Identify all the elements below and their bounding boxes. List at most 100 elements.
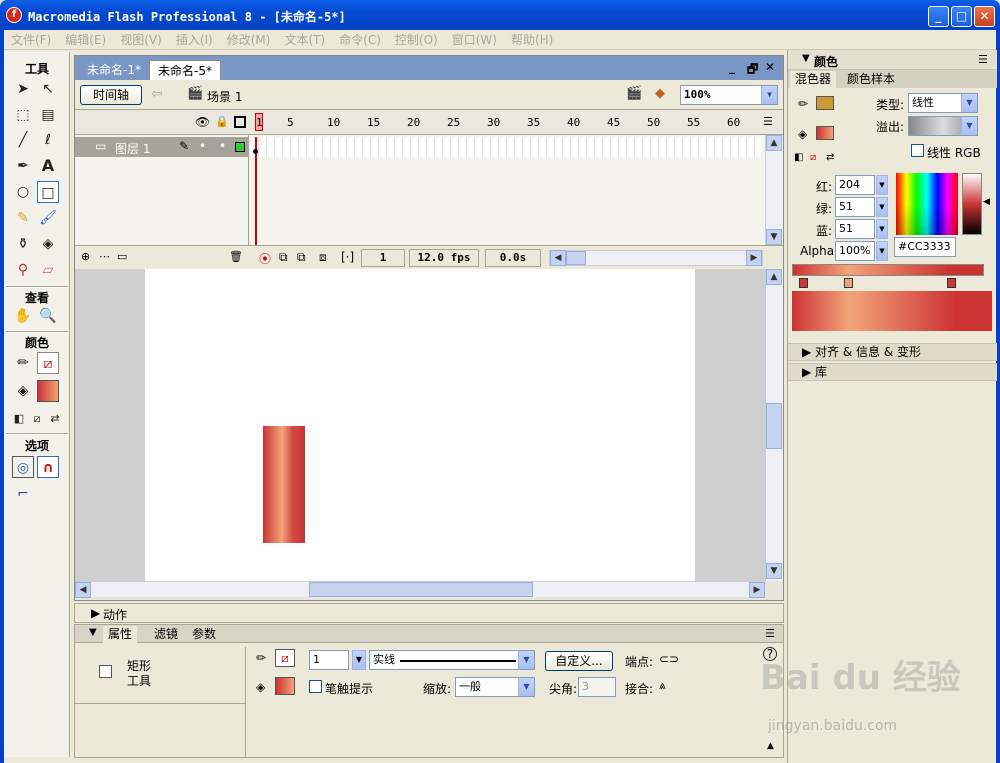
timeline-menu-icon[interactable]: ☰ (763, 115, 773, 128)
timeline-vscroll[interactable]: ▲ ▼ (765, 135, 783, 245)
library-panel[interactable]: ▶ 库 (788, 363, 997, 381)
fill-type-select[interactable]: 线性 ▼ (908, 93, 978, 113)
alpha-dropdown-icon[interactable]: ▼ (876, 241, 888, 261)
ink-bottle-icon[interactable]: ⚱ (12, 233, 34, 255)
hand-tool-icon[interactable]: ✋ (12, 305, 34, 327)
menu-help[interactable]: 帮助(H) (504, 30, 560, 50)
center-frame-icon[interactable]: ⦿ (259, 250, 271, 267)
brightness-marker-icon[interactable]: ◀ (983, 197, 990, 207)
fill-color-swatch[interactable] (275, 677, 295, 695)
paint-bucket-icon[interactable]: ◈ (37, 233, 59, 255)
join-style-icon[interactable]: ⩓ (659, 678, 666, 693)
menu-file[interactable]: 文件(F) (4, 30, 58, 50)
brightness-slider[interactable] (962, 173, 982, 235)
swap-colors-icon[interactable]: ⇄ (826, 152, 834, 163)
minimize-button[interactable]: _ (928, 6, 949, 27)
red-dropdown-icon[interactable]: ▼ (876, 175, 888, 195)
visible-dot[interactable]: • (199, 139, 206, 153)
add-folder-icon[interactable]: ▭ (117, 250, 127, 263)
modify-markers-icon[interactable]: [·] (341, 250, 354, 264)
collapse-arrow-icon[interactable]: ▼ (89, 627, 97, 638)
layer-row[interactable]: ▭ 图层 1 ✎ • • (75, 137, 249, 157)
black-white-icon[interactable]: ◧ (794, 152, 803, 163)
scroll-right-icon[interactable]: ▶ (749, 582, 765, 598)
stroke-color-swatch[interactable]: ⧄ (275, 649, 295, 667)
scroll-thumb[interactable] (766, 403, 782, 449)
panel-menu-icon[interactable]: ☰ (978, 53, 988, 66)
menu-insert[interactable]: 插入(I) (169, 30, 220, 50)
stage-vscroll[interactable]: ▲ ▼ (765, 269, 783, 581)
resize-arrow-icon[interactable]: ▲ (767, 741, 774, 751)
scroll-right-icon[interactable]: ▶ (746, 250, 762, 266)
maximize-button[interactable]: □ (951, 6, 972, 27)
fill-color-swatch[interactable] (37, 380, 59, 402)
menu-control[interactable]: 控制(O) (388, 30, 445, 50)
stroke-hinting-checkbox[interactable] (309, 680, 322, 693)
text-tool-icon[interactable]: A (37, 155, 59, 177)
menu-modify[interactable]: 修改(M) (220, 30, 278, 50)
tab-color-swatches[interactable]: 颜色样本 (842, 71, 900, 88)
pen-tool-icon[interactable]: ✒ (12, 155, 34, 177)
menu-text[interactable]: 文本(T) (277, 30, 332, 50)
scroll-down-icon[interactable]: ▼ (766, 563, 782, 579)
green-input[interactable]: 51 (835, 197, 875, 217)
blue-input[interactable]: 51 (835, 219, 875, 239)
stroke-color-swatch[interactable]: ⧄ (37, 352, 59, 374)
lock-dot[interactable]: • (219, 139, 226, 153)
align-info-transform-panel[interactable]: ▶ 对齐 & 信息 & 变形 (788, 343, 997, 361)
zoom-select[interactable]: 100% ▼ (680, 85, 778, 105)
actions-panel[interactable]: ▶ 动作 (74, 603, 784, 623)
gradient-definition-bar[interactable] (792, 264, 984, 276)
edit-symbols-icon[interactable]: ◆ (655, 86, 665, 101)
scale-select[interactable]: 一般 ▼ (455, 677, 535, 697)
eyedropper-icon[interactable]: ⚲ (12, 259, 34, 281)
corner-radius-icon[interactable]: ⌐ (12, 483, 34, 505)
outline-icon[interactable] (234, 116, 246, 128)
stroke-height-dropdown-icon[interactable]: ▼ (352, 650, 366, 670)
scroll-left-icon[interactable]: ◀ (75, 582, 91, 598)
custom-stroke-button[interactable]: 自定义... (545, 651, 613, 671)
tab-color-mixer[interactable]: 混色器 (790, 71, 837, 88)
menu-window[interactable]: 窗口(W) (445, 30, 504, 50)
edit-scene-icon[interactable]: 🎬 (626, 86, 642, 101)
gradient-stop[interactable] (799, 278, 808, 288)
gradient-rectangle[interactable] (263, 426, 305, 543)
alpha-input[interactable]: 100% (835, 241, 875, 261)
scroll-up-icon[interactable]: ▲ (766, 269, 782, 285)
scroll-left-icon[interactable]: ◀ (550, 250, 566, 266)
close-button[interactable]: ✕ (974, 6, 995, 27)
gradient-stop[interactable] (947, 278, 956, 288)
miter-input[interactable]: 3 (578, 677, 616, 697)
back-arrow-icon[interactable]: ⇦ (151, 86, 163, 102)
color-panel-header[interactable]: ▼ 颜色 ☰ (788, 50, 997, 70)
doc-restore-icon[interactable]: 🗗 (747, 60, 758, 81)
gradient-stop[interactable] (844, 278, 853, 288)
onion-skin-icon[interactable]: ⧉ (279, 250, 288, 265)
hex-input[interactable]: #CC3333 (894, 237, 956, 257)
stage-hscroll[interactable]: ◀ ▶ (75, 581, 765, 598)
subselection-tool-icon[interactable]: ↖ (37, 78, 59, 100)
timeline-toggle-button[interactable]: 时间轴 (80, 85, 142, 105)
timeline-hscroll[interactable]: ◀ ▶ (549, 250, 763, 266)
eye-icon[interactable]: 👁 (195, 115, 210, 129)
stroke-style-select[interactable]: 实线 ▼ (369, 650, 535, 670)
frame-grid[interactable] (251, 137, 761, 247)
layer-outline-color[interactable] (235, 142, 245, 152)
brush-tool-icon[interactable]: 🖌 (37, 207, 59, 229)
stroke-height-input[interactable]: 1 (309, 650, 349, 670)
linear-rgb-checkbox[interactable] (911, 144, 924, 157)
doc-minimize-icon[interactable]: _ (729, 60, 735, 74)
menu-commands[interactable]: 命令(C) (332, 30, 388, 50)
tab-properties[interactable]: 属性 (103, 626, 138, 643)
stroke-color-icon[interactable]: ✏ (12, 352, 34, 374)
scroll-down-icon[interactable]: ▼ (766, 229, 782, 245)
lock-icon[interactable]: 🔒 (215, 115, 229, 128)
green-dropdown-icon[interactable]: ▼ (876, 197, 888, 217)
menu-view[interactable]: 视图(V) (113, 30, 169, 50)
red-input[interactable]: 204 (835, 175, 875, 195)
add-guide-icon[interactable]: ⋯ (99, 250, 110, 263)
tab-document-1[interactable]: 未命名-1* (79, 60, 149, 80)
tab-document-5[interactable]: 未命名-5* (149, 60, 221, 80)
delete-layer-icon[interactable]: 🗑 (229, 250, 243, 263)
onion-outline-icon[interactable]: ⧉ (297, 250, 306, 265)
